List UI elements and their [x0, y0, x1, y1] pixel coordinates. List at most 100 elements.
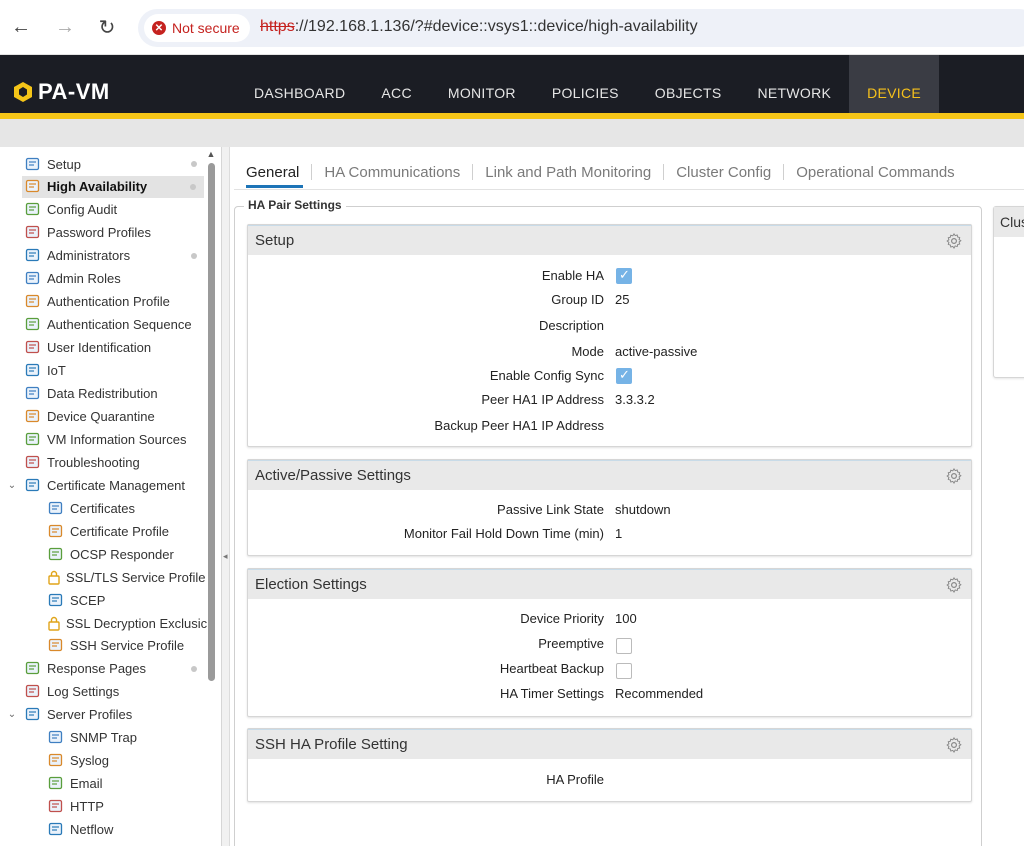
- url-text[interactable]: https://192.168.1.136/?#device::vsys1::d…: [260, 18, 698, 36]
- forward-arrow-icon[interactable]: →: [52, 14, 78, 40]
- status-dot: [190, 183, 196, 190]
- group-id-value: 25: [615, 292, 630, 307]
- config-audit-icon: [24, 202, 42, 218]
- tab-cluster-config[interactable]: Cluster Config: [676, 164, 771, 181]
- netflow-icon: [47, 822, 65, 838]
- nav-acc[interactable]: ACC: [363, 55, 429, 113]
- sidebar-item-http[interactable]: HTTP: [0, 796, 205, 818]
- tab-general[interactable]: General: [246, 164, 299, 181]
- sidebar-item-setup[interactable]: Setup: [0, 153, 205, 175]
- pane-splitter[interactable]: ◂: [222, 147, 230, 846]
- authentication-sequence-icon: [24, 317, 42, 333]
- tab-ha-communications[interactable]: HA Communications: [324, 164, 460, 181]
- sidebar-item-certificate-profile[interactable]: Certificate Profile: [0, 520, 205, 542]
- sidebar-item-password-profiles[interactable]: Password Profiles: [0, 222, 205, 244]
- ocsp-responder-icon: [47, 546, 65, 562]
- ha-pair-settings-legend: HA Pair Settings: [244, 198, 346, 212]
- security-indicator[interactable]: ✕ Not secure: [144, 14, 250, 42]
- sidebar-item-email[interactable]: Email: [0, 773, 205, 795]
- sidebar-item-server-profiles[interactable]: Server Profiles: [0, 704, 205, 726]
- enable-config-sync-checkbox[interactable]: [616, 367, 632, 384]
- nav-device[interactable]: DEVICE: [849, 55, 940, 113]
- nav-dashboard[interactable]: DASHBOARD: [236, 55, 363, 113]
- sidebar-item-label: Administrators: [47, 248, 131, 264]
- security-label: Not secure: [172, 20, 240, 36]
- ssh-ha-panel-title: SSH HA Profile Setting: [255, 736, 408, 753]
- gear-icon[interactable]: [945, 467, 963, 485]
- sidebar-item-snmp-trap[interactable]: SNMP Trap: [0, 727, 205, 749]
- ssh-service-profile-icon: [47, 638, 65, 654]
- sidebar-item-vm-information-sources[interactable]: VM Information Sources: [0, 428, 205, 450]
- tab-link-path-monitoring[interactable]: Link and Path Monitoring: [485, 164, 651, 181]
- backup-peer-ha1-row: Backup Peer HA1 IP Address: [248, 416, 971, 436]
- sidebar-item-certificate-management[interactable]: Certificate Management: [0, 474, 205, 496]
- heartbeat-backup-checkbox[interactable]: [616, 663, 632, 679]
- sidebar-item-high-availability[interactable]: High Availability: [22, 175, 204, 198]
- sidebar-item-iot[interactable]: IoT: [0, 360, 205, 382]
- admin-roles-icon: [24, 271, 42, 287]
- setup-icon: [24, 156, 42, 172]
- sidebar-item-troubleshooting[interactable]: Troubleshooting: [0, 451, 205, 473]
- election-panel-header: Election Settings: [248, 569, 971, 599]
- sidebar-item-data-redistribution[interactable]: Data Redistribution: [0, 383, 205, 405]
- gear-icon[interactable]: [945, 576, 963, 594]
- sidebar-item-label: User Identification: [47, 340, 152, 356]
- sidebar-item-ssl-tls-service-profile[interactable]: SSL/TLS Service Profile: [0, 566, 205, 588]
- pa-logo-icon: [14, 82, 32, 102]
- response-pages-icon: [24, 661, 42, 677]
- nav-policies[interactable]: POLICIES: [534, 55, 637, 113]
- enable-config-sync-label: Enable Config Sync: [489, 368, 604, 383]
- peer-ha1-label: Peer HA1 IP Address: [481, 392, 604, 407]
- app-header: PA-VM DASHBOARD ACC MONITOR POLICIES OBJ…: [0, 55, 1024, 113]
- sidebar-item-config-audit[interactable]: Config Audit: [0, 199, 205, 221]
- syslog-icon: [47, 753, 65, 769]
- collapse-icon[interactable]: ◂: [223, 551, 228, 562]
- reload-icon[interactable]: ↻: [94, 14, 120, 40]
- setup-panel: Setup Enable HA Group ID 25 Description …: [247, 224, 972, 447]
- sidebar-item-syslog[interactable]: Syslog: [0, 750, 205, 772]
- device-priority-label: Device Priority: [520, 611, 604, 626]
- gear-icon[interactable]: [945, 736, 963, 754]
- sidebar-item-authentication-profile[interactable]: Authentication Profile: [0, 291, 205, 313]
- sidebar-item-certificates[interactable]: Certificates: [0, 497, 205, 519]
- scroll-up-icon[interactable]: ▲: [206, 149, 216, 159]
- scroll-thumb[interactable]: [208, 163, 215, 681]
- vm-information-sources-icon: [24, 431, 42, 447]
- address-bar[interactable]: ✕ Not secure https://192.168.1.136/?#dev…: [138, 9, 1024, 47]
- gear-icon[interactable]: [945, 232, 963, 250]
- sidebar-item-ssh-service-profile[interactable]: SSH Service Profile: [0, 635, 205, 657]
- sidebar-scrollbar[interactable]: ▲: [206, 149, 216, 846]
- authentication-profile-icon: [24, 294, 42, 310]
- logo-text: PA-VM: [38, 79, 110, 104]
- passive-link-state-value: shutdown: [615, 502, 671, 517]
- sidebar-item-scep[interactable]: SCEP: [0, 589, 205, 611]
- sidebar-item-label: Config Audit: [47, 202, 118, 218]
- sidebar-item-admin-roles[interactable]: Admin Roles: [0, 268, 205, 290]
- enable-ha-checkbox[interactable]: [616, 267, 632, 284]
- sidebar-item-ocsp-responder[interactable]: OCSP Responder: [0, 543, 205, 565]
- group-id-label: Group ID: [551, 292, 604, 307]
- sidebar-item-user-identification[interactable]: User Identification: [0, 337, 205, 359]
- nav-monitor[interactable]: MONITOR: [430, 55, 534, 113]
- sidebar-item-label: Data Redistribution: [47, 386, 158, 401]
- tab-separator: [472, 164, 474, 180]
- sidebar-item-device-quarantine[interactable]: Device Quarantine: [0, 405, 205, 427]
- election-panel-title: Election Settings: [255, 576, 367, 593]
- sidebar-item-label: SNMP Trap: [70, 730, 137, 746]
- sidebar: Setup High Availability Config Audit Passwo…: [0, 147, 222, 846]
- sidebar-item-administrators[interactable]: Administrators: [0, 245, 205, 267]
- sidebar-item-authentication-sequence[interactable]: Authentication Sequence: [0, 314, 205, 336]
- nav-objects[interactable]: OBJECTS: [637, 55, 740, 113]
- tab-operational-commands[interactable]: Operational Commands: [796, 164, 954, 181]
- sidebar-item-log-settings[interactable]: Log Settings: [0, 681, 205, 703]
- sidebar-item-label: SSL Decryption Exclusic: [66, 615, 208, 631]
- preemptive-checkbox[interactable]: [616, 638, 632, 654]
- sidebar-item-response-pages[interactable]: Response Pages: [0, 658, 205, 680]
- back-arrow-icon[interactable]: ←: [8, 14, 34, 40]
- election-panel: Election Settings Device Priority 100 Pr…: [247, 568, 972, 717]
- sidebar-item-netflow[interactable]: Netflow: [0, 819, 205, 841]
- sidebar-item-ssl-decryption-exclusic[interactable]: SSL Decryption Exclusic: [0, 612, 208, 634]
- troubleshooting-icon: [24, 454, 42, 470]
- status-dot: [191, 161, 197, 167]
- nav-network[interactable]: NETWORK: [739, 55, 849, 113]
